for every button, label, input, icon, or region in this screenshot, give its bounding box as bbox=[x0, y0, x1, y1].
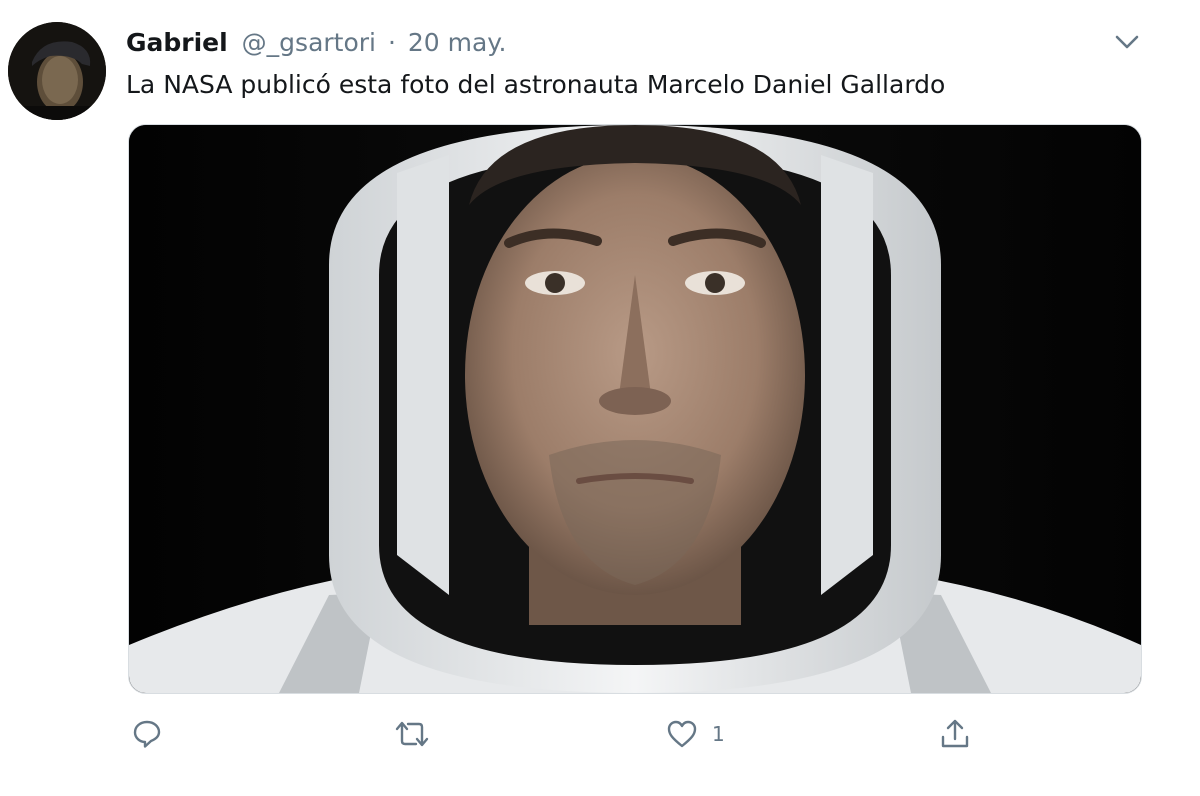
like-button[interactable]: 1 bbox=[666, 712, 725, 756]
tweet-text: La NASA publicó esta foto del astronauta… bbox=[126, 70, 946, 99]
retweet-button[interactable] bbox=[392, 712, 432, 756]
tweet-date[interactable]: 20 may. bbox=[408, 28, 507, 57]
tweet: Gabriel @_gsartori · 20 may. La NASA pub… bbox=[0, 0, 1200, 796]
share-icon bbox=[941, 719, 969, 748]
astronaut-photo bbox=[129, 125, 1141, 693]
display-name[interactable]: Gabriel bbox=[126, 28, 228, 57]
reply-button[interactable] bbox=[132, 712, 162, 756]
separator-dot: · bbox=[387, 28, 396, 57]
user-handle[interactable]: @_gsartori bbox=[242, 28, 376, 57]
avatar-photo bbox=[8, 22, 106, 120]
comment-icon bbox=[133, 720, 161, 748]
tweet-actions: 1 bbox=[0, 712, 1200, 762]
heart-icon bbox=[667, 720, 697, 748]
retweet-icon bbox=[395, 721, 429, 747]
avatar[interactable] bbox=[8, 22, 106, 120]
share-button[interactable] bbox=[938, 712, 972, 756]
like-count: 1 bbox=[712, 722, 725, 746]
chevron-down-icon[interactable] bbox=[1113, 30, 1141, 54]
tweet-header: Gabriel @_gsartori · 20 may. bbox=[126, 26, 506, 60]
tweet-media-image[interactable] bbox=[128, 124, 1142, 694]
